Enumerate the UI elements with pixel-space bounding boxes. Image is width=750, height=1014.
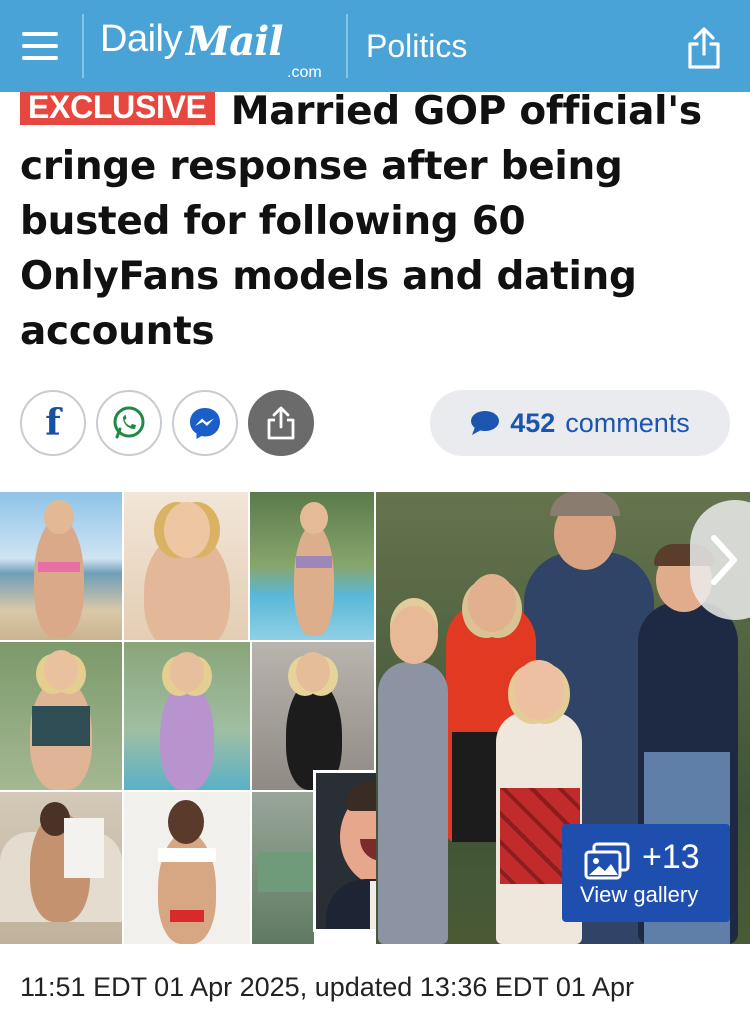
- logo-mail: Mail: [185, 18, 284, 65]
- photo-tile: [250, 492, 374, 640]
- messenger-share-button[interactable]: [172, 390, 238, 456]
- gallery-icon: [584, 842, 630, 880]
- gallery-count: +13: [642, 838, 700, 876]
- gallery-next-button[interactable]: [690, 500, 750, 620]
- photo-tile: [0, 792, 122, 944]
- comments-count: 452: [510, 407, 556, 438]
- header-divider: [346, 14, 348, 78]
- hamburger-menu-icon[interactable]: [14, 22, 66, 70]
- share-icon: [267, 406, 295, 440]
- facebook-share-button[interactable]: f: [20, 390, 86, 456]
- photo-tile: [124, 642, 250, 790]
- share-icon[interactable]: [684, 26, 724, 70]
- comments-button[interactable]: 452 comments: [430, 390, 730, 456]
- section-politics-link[interactable]: Politics: [366, 28, 467, 65]
- headline-text: Married GOP official's cringe response a…: [20, 89, 702, 354]
- view-gallery-button[interactable]: +13 View gallery: [562, 824, 730, 922]
- comment-bubble-icon: [471, 411, 500, 435]
- whatsapp-icon: [113, 406, 145, 439]
- messenger-icon: [190, 408, 220, 439]
- exclusive-badge: EXCLUSIVE: [20, 89, 215, 125]
- logo-dotcom: .com: [287, 64, 322, 81]
- photo-tile: [0, 642, 122, 790]
- logo-daily: Daily: [100, 18, 182, 60]
- photo-tile: [124, 492, 248, 640]
- photo-tile: [124, 792, 250, 944]
- more-share-button[interactable]: [248, 390, 314, 456]
- comments-label: comments: [565, 407, 690, 438]
- photo-tile: [0, 492, 122, 640]
- facebook-icon: f: [45, 402, 61, 444]
- top-nav-bar: Daily Mail .com Politics: [0, 0, 750, 92]
- photo-tile: [252, 792, 314, 944]
- chevron-right-icon: [711, 535, 737, 585]
- header-divider: [82, 14, 84, 78]
- article-headline: EXCLUSIVE Married GOP official's cringe r…: [20, 84, 732, 359]
- gallery-label: View gallery: [580, 882, 699, 907]
- whatsapp-share-button[interactable]: [96, 390, 162, 456]
- photo-tile: [252, 642, 374, 790]
- site-logo[interactable]: Daily Mail .com: [100, 18, 322, 81]
- article-timestamp: 11:51 EDT 01 Apr 2025, updated 13:36 EDT…: [20, 972, 634, 1002]
